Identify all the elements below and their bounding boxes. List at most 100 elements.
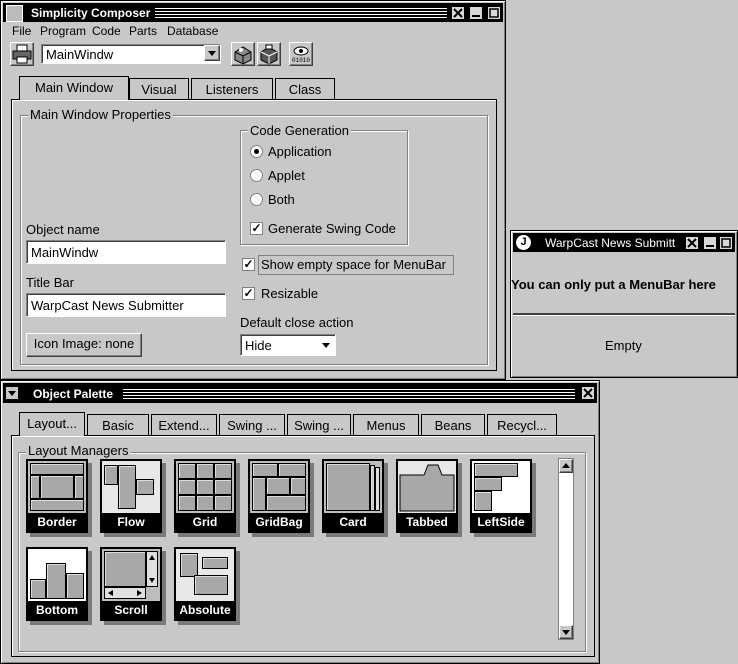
close-icon: [583, 388, 593, 398]
java-icon-letter: J: [520, 236, 527, 248]
preview-close-button[interactable]: [685, 236, 699, 250]
absolute-layout-button[interactable]: Absolute: [174, 547, 236, 621]
radio-both[interactable]: [250, 193, 263, 206]
tab-class[interactable]: Class: [275, 78, 335, 100]
palette-menu-button[interactable]: [5, 386, 19, 400]
resizable-checkbox[interactable]: ✓: [242, 287, 255, 300]
scroll-layout-button[interactable]: Scroll: [100, 547, 162, 621]
build-icon: [234, 46, 252, 65]
palette-tab-layout[interactable]: Layout...: [19, 412, 85, 436]
grid-layout-button[interactable]: Grid: [174, 459, 236, 533]
card-layout-button[interactable]: Card: [322, 459, 384, 533]
show-empty-checkbox[interactable]: ✓: [242, 258, 255, 271]
tab-visual[interactable]: Visual: [129, 78, 189, 100]
object-name-field[interactable]: MainWindw: [26, 240, 226, 264]
tabbed-layout-label: Tabbed: [406, 515, 448, 529]
bottom-layout-button[interactable]: Bottom: [26, 547, 88, 621]
palette-tab-beans[interactable]: Beans: [421, 414, 485, 436]
tab-panel: Main Window Properties Code Generation A…: [11, 99, 497, 371]
border-layout-button[interactable]: Border: [26, 459, 88, 533]
close-icon: [453, 8, 463, 18]
menu-program[interactable]: Program: [40, 24, 86, 38]
menu-database[interactable]: Database: [167, 24, 218, 38]
palette-tab-swing-1[interactable]: Swing ...: [219, 414, 285, 436]
maximize-icon: [721, 238, 731, 248]
palette-tab-basic[interactable]: Basic: [87, 414, 149, 436]
deploy-button[interactable]: [257, 42, 281, 66]
bottom-layout-icon: [28, 549, 86, 601]
leftside-layout-button[interactable]: LeftSide: [470, 459, 532, 533]
generate-swing-checkbox[interactable]: ✓: [250, 222, 263, 235]
tab-listeners[interactable]: Listeners: [191, 78, 273, 100]
gridbag-layout-label: GridBag: [255, 515, 303, 529]
composer-app-icon[interactable]: [6, 5, 23, 22]
absolute-layout-icon: [176, 549, 234, 601]
flow-layout-button[interactable]: Flow: [100, 459, 162, 533]
preview-minimize-button[interactable]: [703, 236, 717, 250]
icon-image-button[interactable]: Icon Image: none: [26, 333, 142, 357]
scroll-layout-label: Scroll: [114, 603, 148, 617]
chevron-down-icon: [322, 343, 330, 348]
close-button[interactable]: [451, 6, 465, 20]
default-close-select[interactable]: Hide: [240, 334, 336, 356]
menu-code[interactable]: Code: [92, 24, 121, 38]
minimize-button[interactable]: [469, 6, 483, 20]
radio-both-label: Both: [268, 192, 295, 207]
composer-title-bar[interactable]: Simplicity Composer: [3, 3, 503, 22]
palette-title-bar[interactable]: Object Palette: [3, 383, 597, 403]
gridbag-layout-button[interactable]: GridBag: [248, 459, 310, 533]
border-layout-icon: [28, 461, 86, 513]
tabbed-layout-icon: [398, 461, 456, 513]
palette-tab-recycle-label: Recycl...: [497, 418, 547, 433]
palette-tab-recycle[interactable]: Recycl...: [487, 414, 557, 436]
palette-tab-swing-2-label: Swing ...: [294, 418, 344, 433]
palette-panel: Layout Managers Border Flow Grid GridBag…: [11, 435, 595, 657]
scroll-arrows-vertical-icon: [149, 555, 155, 583]
radio-application[interactable]: [250, 145, 263, 158]
scroll-down-button[interactable]: [559, 625, 573, 639]
radio-applet-label: Applet: [268, 168, 305, 183]
maximize-icon: [489, 8, 499, 18]
preview-title: WarpCast News Submitt: [545, 236, 676, 250]
title-bar-value: WarpCast News Submitter: [31, 298, 184, 313]
title-bar-field[interactable]: WarpCast News Submitter: [26, 293, 226, 317]
preview-title-bar[interactable]: J WarpCast News Submitt: [513, 233, 735, 252]
preview-maximize-button[interactable]: [719, 236, 733, 250]
title-stripes: [155, 6, 447, 19]
minimize-icon: [472, 15, 480, 17]
palette-tab-menus[interactable]: Menus: [353, 414, 419, 436]
palette-tab-layout-label: Layout...: [27, 416, 77, 431]
scroll-up-icon: [562, 463, 570, 468]
palette-tab-extend[interactable]: Extend...: [151, 414, 217, 436]
grid-layout-icon: [176, 461, 234, 513]
scroll-up-button[interactable]: [559, 459, 573, 473]
object-select[interactable]: MainWindw: [41, 44, 221, 64]
print-button[interactable]: [10, 42, 34, 66]
menu-file[interactable]: File: [12, 24, 31, 38]
deploy-icon: [260, 44, 278, 65]
view-binary-icon: 01010: [292, 46, 310, 64]
palette-tab-basic-label: Basic: [102, 418, 134, 433]
tab-class-label: Class: [288, 82, 322, 97]
tabbed-layout-button[interactable]: Tabbed: [396, 459, 458, 533]
default-close-dropdown[interactable]: [319, 337, 333, 353]
palette-tab-beans-label: Beans: [434, 418, 472, 433]
object-select-dropdown[interactable]: [204, 45, 220, 61]
palette-close-button[interactable]: [581, 386, 595, 400]
palette-title-stripes: [123, 387, 575, 400]
tab-visual-label: Visual: [141, 82, 177, 97]
palette-tab-swing-2[interactable]: Swing ...: [287, 414, 351, 436]
palette-scrollbar[interactable]: [558, 458, 574, 640]
maximize-button[interactable]: [487, 6, 501, 20]
radio-applet[interactable]: [250, 169, 263, 182]
preview-body: Empty: [513, 317, 735, 373]
bottom-layout-label: Bottom: [36, 603, 78, 617]
print-icon: [12, 44, 32, 64]
menu-parts[interactable]: Parts: [129, 24, 157, 38]
tab-main-window[interactable]: Main Window: [19, 76, 129, 100]
gridbag-layout-icon: [250, 461, 308, 513]
composer-window: Simplicity Composer File Program Code Pa…: [0, 0, 506, 380]
build-button[interactable]: [231, 42, 255, 66]
view-binary-button[interactable]: 01010: [289, 42, 313, 66]
minimize-icon: [706, 245, 714, 247]
